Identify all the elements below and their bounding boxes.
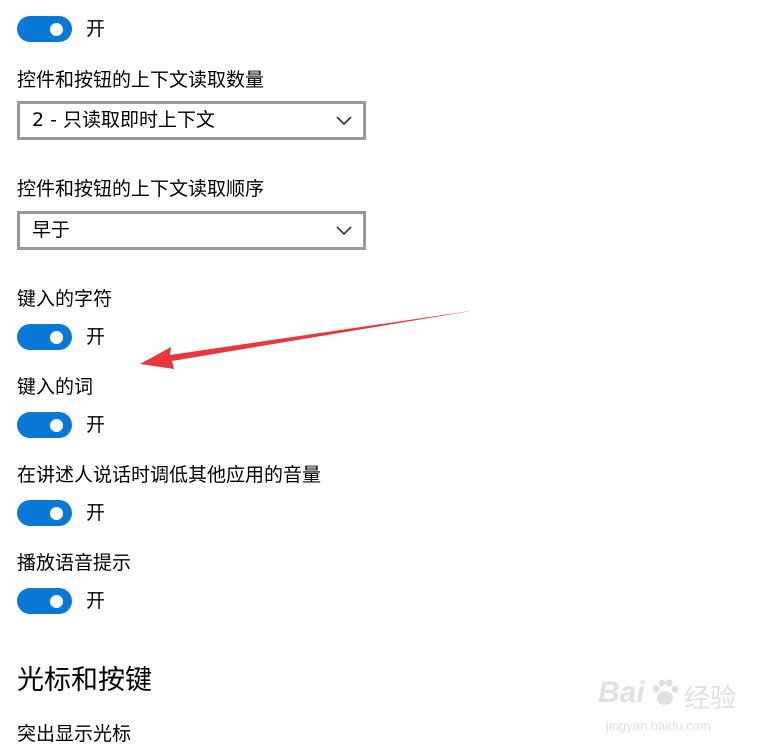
watermark-brand: Bai xyxy=(598,676,645,709)
watermark-brand-suffix: 经验 xyxy=(684,683,737,713)
paw-icon xyxy=(652,679,679,705)
narrator-settings-page: 开 控件和按钮的上下文读取数量 2 - 只读取即时上下文 控件和按钮的上下文读取… xyxy=(0,0,780,756)
annotation-arrow xyxy=(140,310,477,369)
baidu-watermark: Bai 经验 jingyan.baidu.com xyxy=(598,672,774,742)
watermark-url: jingyan.baidu.com xyxy=(606,718,711,733)
